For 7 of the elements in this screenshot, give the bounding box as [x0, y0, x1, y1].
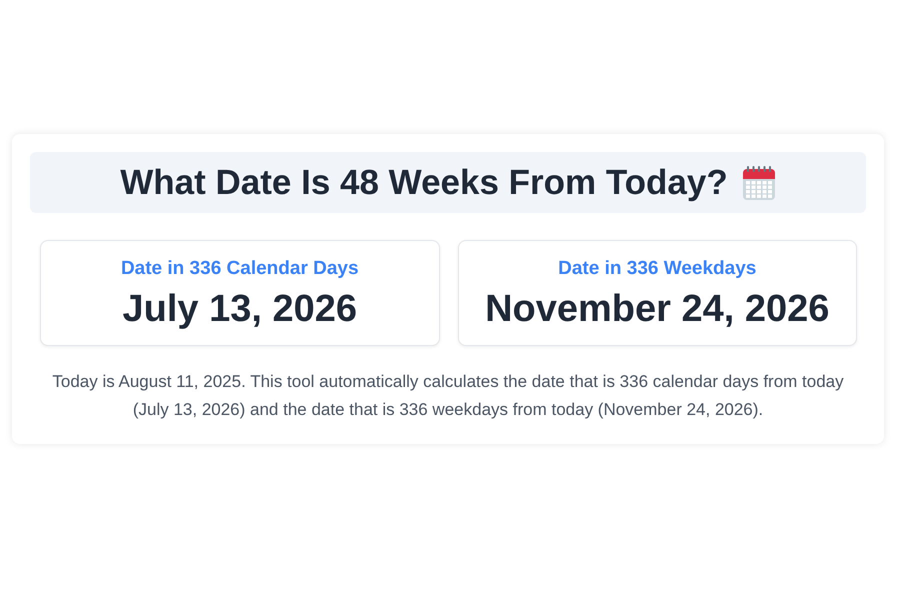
page-title: What Date Is 48 Weeks From Today? — [120, 162, 728, 202]
result-date: July 13, 2026 — [122, 288, 357, 331]
description-text: Today is August 11, 2025. This tool automatically calculates the date that is 336 calendar days from today (July 13, 2026) and the date that is 336 weekdays from today (November 24, 2026). — [51, 371, 845, 421]
result-label: Date in 336 Weekdays — [558, 258, 756, 280]
result-date: November 24, 2026 — [485, 288, 830, 331]
calendar-icon — [742, 164, 776, 200]
result-label: Date in 336 Calendar Days — [120, 258, 359, 280]
